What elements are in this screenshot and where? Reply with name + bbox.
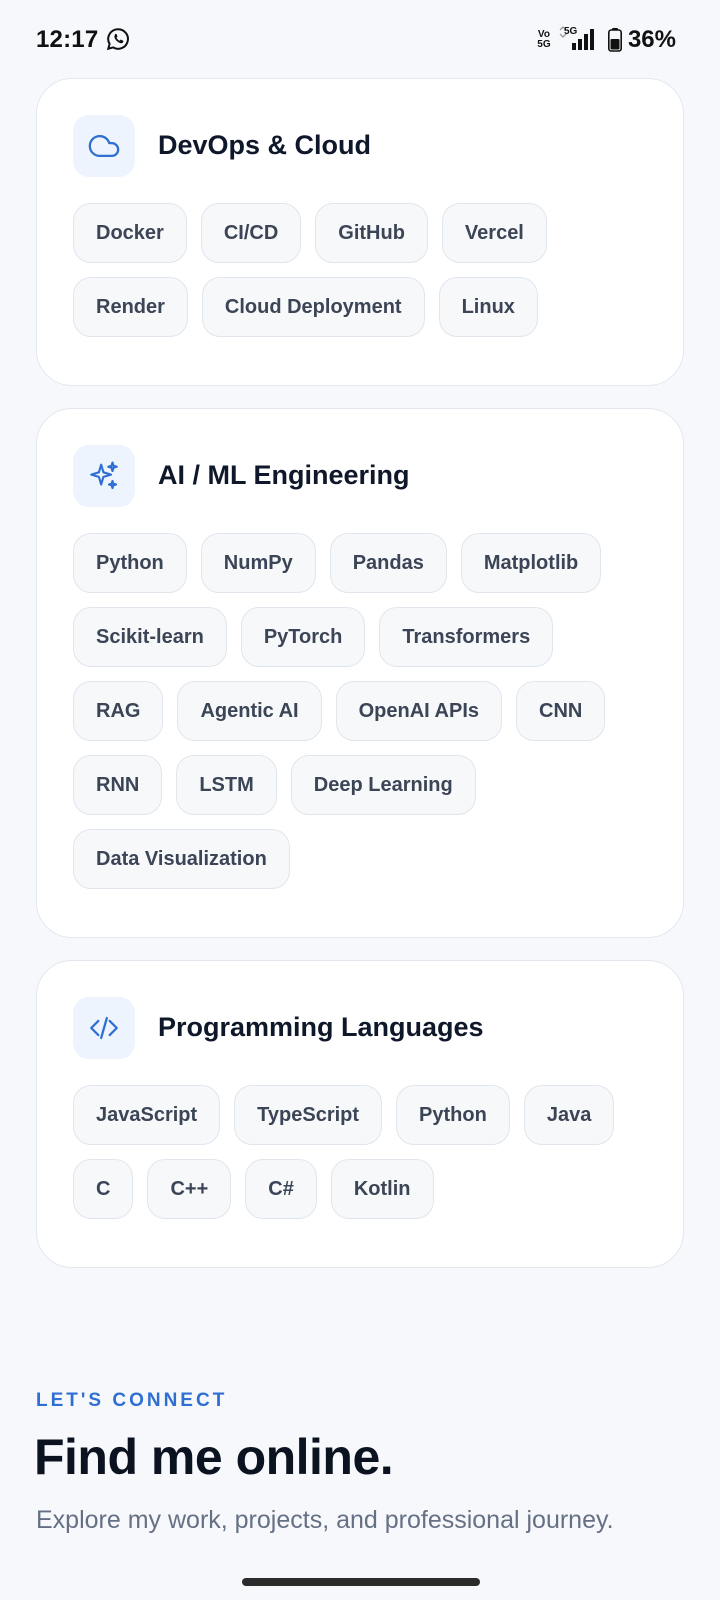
cloud-icon: [88, 134, 120, 158]
skill-card-languages: Programming Languages JavaScript TypeScr…: [36, 960, 684, 1268]
skill-chip: Java: [523, 1085, 615, 1145]
chip-list: JavaScript TypeScript Python Java C C++ …: [73, 1085, 653, 1219]
skill-chip: CNN: [516, 681, 606, 741]
chip-list: Python NumPy Pandas Matplotlib Scikit-le…: [73, 533, 653, 889]
whatsapp-icon: [106, 28, 129, 51]
code-icon: [90, 1016, 118, 1040]
skill-chip: C++: [147, 1159, 232, 1219]
skill-chip: PyTorch: [240, 607, 366, 667]
skill-card-ai-ml: AI / ML Engineering Python NumPy Pandas …: [36, 408, 684, 938]
skill-chip: Data Visualization: [73, 829, 290, 889]
card-title: DevOps & Cloud: [158, 130, 372, 160]
skill-chip: JavaScript: [73, 1085, 221, 1145]
skill-chip: RAG: [73, 681, 164, 741]
skill-chip: Linux: [438, 277, 538, 337]
card-icon-container: [73, 997, 135, 1059]
skill-chip: OpenAI APIs: [335, 681, 502, 741]
skill-chip: GitHub: [315, 203, 428, 263]
skill-chip: Kotlin: [330, 1159, 434, 1219]
card-title: AI / ML Engineering: [158, 460, 410, 490]
status-time: 12:17: [36, 26, 99, 53]
status-bar: 12:17 Vo 5G 5G 36%: [0, 0, 720, 80]
skill-chip: Render: [73, 277, 188, 337]
status-right: Vo 5G 5G 36%: [536, 24, 676, 56]
skill-chip: LSTM: [176, 755, 277, 815]
skill-chip: Python: [73, 533, 187, 593]
home-indicator[interactable]: [242, 1578, 480, 1586]
skill-chip: Python: [396, 1085, 510, 1145]
chip-list: Docker CI/CD GitHub Vercel Render Cloud …: [73, 203, 653, 337]
sparkles-icon: [90, 461, 118, 490]
battery-percentage: 36%: [627, 26, 676, 53]
skill-chip: Deep Learning: [290, 755, 476, 815]
card-title: Programming Languages: [158, 1012, 484, 1042]
battery-icon: [607, 28, 622, 52]
skill-chip: C#: [245, 1159, 317, 1219]
card-icon-container: [73, 445, 135, 507]
network-type-label: 5G: [563, 26, 578, 37]
skill-chip: Vercel: [441, 203, 547, 263]
skill-chip: Agentic AI: [177, 681, 322, 741]
skill-chip: TypeScript: [234, 1085, 383, 1145]
skill-chip: Pandas: [329, 533, 447, 593]
skill-chip: CI/CD: [200, 203, 302, 263]
section-eyebrow: LET'S CONNECT: [36, 1390, 228, 1411]
section-headline: Find me online.: [34, 1429, 394, 1485]
volte-indicator: Vo 5G: [537, 29, 551, 50]
signal-icon: 5G: [558, 26, 602, 54]
skill-chip: Transformers: [379, 607, 554, 667]
skill-card-devops: DevOps & Cloud Docker CI/CD GitHub Verce…: [36, 78, 684, 386]
skill-chip: C: [73, 1159, 134, 1219]
skill-chip: NumPy: [200, 533, 316, 593]
skill-chip: RNN: [73, 755, 163, 815]
skill-chip: Scikit-learn: [73, 607, 227, 667]
skill-chip: Docker: [73, 203, 187, 263]
section-subtext: Explore my work, projects, and professio…: [36, 1506, 614, 1534]
skill-chip: Cloud Deployment: [201, 277, 425, 337]
skill-chip: Matplotlib: [460, 533, 602, 593]
card-icon-container: [73, 115, 135, 177]
